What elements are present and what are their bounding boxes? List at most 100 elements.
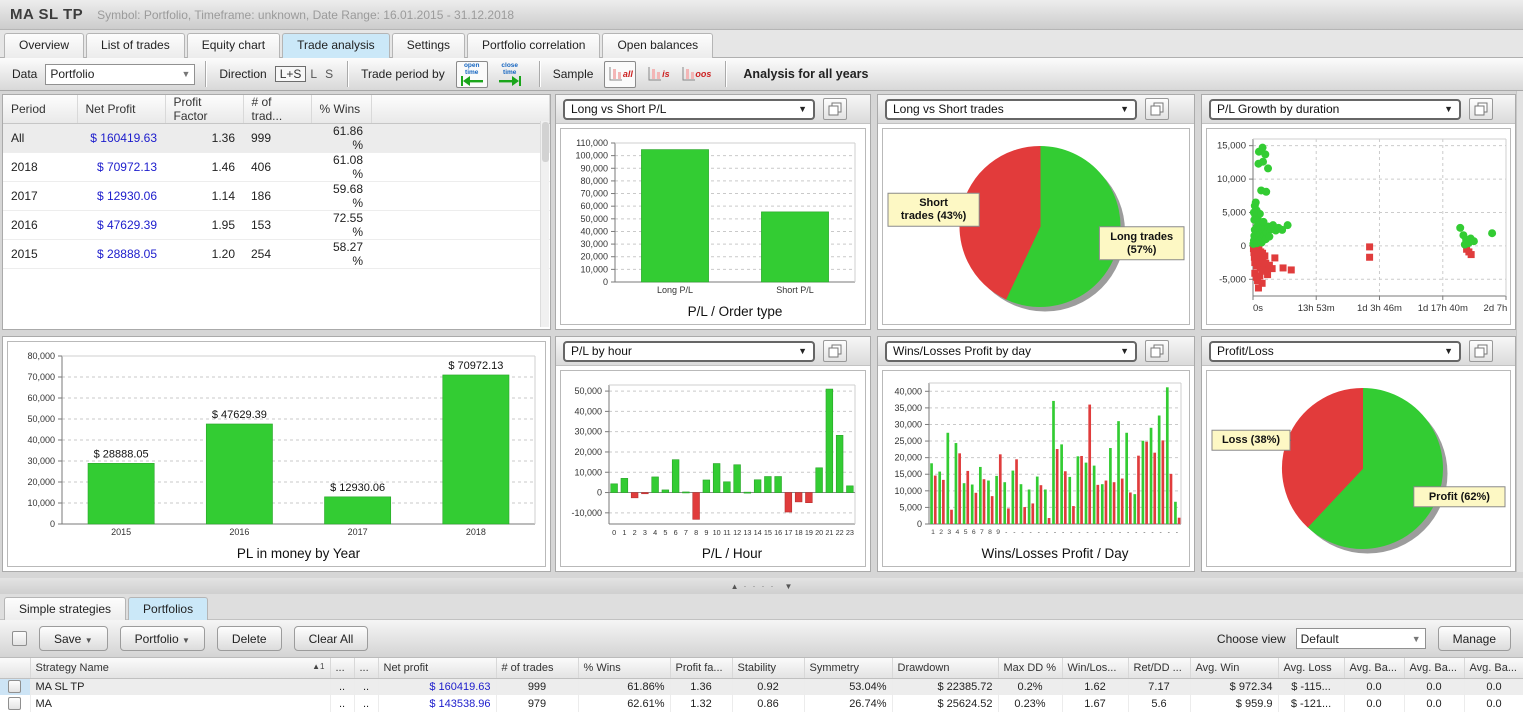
svg-text:0: 0 <box>1241 241 1246 252</box>
close-time-button[interactable]: closetime <box>494 61 526 88</box>
strategy-col-avg-ba-[interactable]: Avg. Ba... <box>1344 658 1404 678</box>
strategy-row-ma-sl-tp[interactable]: MA SL TP....$ 160419.6399961.86%1.360.92… <box>0 678 1523 695</box>
strategy-col-drawdown[interactable]: Drawdown <box>892 658 998 678</box>
scrollbar[interactable] <box>1516 91 1523 572</box>
select-all-checkbox[interactable] <box>12 631 27 646</box>
sample-all-button[interactable]: all <box>604 61 636 88</box>
strategies-table: Strategy Name▲1......Net profit# of trad… <box>0 658 1523 712</box>
strategy-col-avg-loss[interactable]: Avg. Loss <box>1278 658 1344 678</box>
sample-oos-button[interactable]: oos <box>680 61 712 88</box>
strategy-col-avg-ba-[interactable]: Avg. Ba... <box>1464 658 1523 678</box>
copy-chart-icon[interactable] <box>1469 98 1493 120</box>
strategy-col-max-dd-[interactable]: Max DD % <box>998 658 1062 678</box>
tab-settings[interactable]: Settings <box>392 33 465 58</box>
collapse-up-icon[interactable]: ▲ <box>731 582 739 591</box>
svg-text:0: 0 <box>50 519 55 529</box>
chart-select-profit-loss[interactable]: Profit/Loss ▼ <box>1209 341 1461 362</box>
strategy-col-avg-win[interactable]: Avg. Win <box>1190 658 1278 678</box>
tab-overview[interactable]: Overview <box>4 33 84 58</box>
chart-select-pl-by-hour[interactable]: P/L by hour ▼ <box>563 341 815 362</box>
period-row-all[interactable]: All$ 160419.631.3699961.86 % <box>3 124 550 153</box>
chart-long-vs-short-trades: Long trades(57%)Shorttrades (43%) <box>882 128 1190 325</box>
tab-open-balances[interactable]: Open balances <box>602 33 713 58</box>
copy-chart-icon[interactable] <box>823 98 847 120</box>
strategy-col--of-trades[interactable]: # of trades <box>496 658 578 678</box>
svg-text:8: 8 <box>988 529 992 536</box>
copy-chart-icon[interactable] <box>1145 340 1169 362</box>
sample-group: allisoos <box>601 61 715 88</box>
strategy-col--[interactable]: ... <box>330 658 354 678</box>
direction-l-s[interactable]: L+S <box>275 66 307 82</box>
period-col-0[interactable]: Period <box>3 95 77 124</box>
svg-text:40,000: 40,000 <box>580 226 608 236</box>
copy-chart-icon[interactable] <box>1469 340 1493 362</box>
chart-select-long-vs-short-pl[interactable]: Long vs Short P/L ▼ <box>563 99 815 120</box>
panel-pl-by-year: 010,00020,00030,00040,00050,00060,00070,… <box>2 336 551 572</box>
horizontal-splitter[interactable]: ▲ ···· ▼ <box>0 578 1523 594</box>
strategy-col-symmetry[interactable]: Symmetry <box>804 658 892 678</box>
period-row-2015[interactable]: 2015$ 28888.051.2025458.27 % <box>3 240 550 269</box>
svg-text:0s: 0s <box>1253 303 1263 314</box>
period-col-4[interactable]: % Wins <box>311 95 371 124</box>
period-row-2017[interactable]: 2017$ 12930.061.1418659.68 % <box>3 182 550 211</box>
arrow-left-to-bar-icon <box>460 76 484 86</box>
portfolio-button[interactable]: Portfolio ▼ <box>120 626 205 651</box>
direction-s[interactable]: S <box>321 67 337 81</box>
chart-select-pl-growth[interactable]: P/L Growth by duration ▼ <box>1209 99 1461 120</box>
period-row-2016[interactable]: 2016$ 47629.391.9515372.55 % <box>3 211 550 240</box>
panel-pl-growth-by-duration: P/L Growth by duration ▼ -5,00005,00010,… <box>1201 94 1516 330</box>
svg-text:-: - <box>1038 529 1040 536</box>
open-time-button[interactable]: opentime <box>456 61 488 88</box>
delete-button[interactable]: Delete <box>217 626 282 651</box>
svg-text:20,000: 20,000 <box>580 252 608 262</box>
tab-simple-strategies[interactable]: Simple strategies <box>4 597 126 622</box>
copy-chart-icon[interactable] <box>1145 98 1169 120</box>
svg-text:1: 1 <box>931 529 935 536</box>
copy-chart-icon[interactable] <box>823 340 847 362</box>
strategy-col-ret-dd-[interactable]: Ret/DD ... <box>1128 658 1190 678</box>
svg-text:70,000: 70,000 <box>27 372 55 382</box>
sample-is-button[interactable]: is <box>642 61 674 88</box>
period-col-3[interactable]: # of trad... <box>243 95 311 124</box>
data-select[interactable]: Portfolio ▼ <box>45 64 195 85</box>
chart-select-long-vs-short-trades[interactable]: Long vs Short trades ▼ <box>885 99 1137 120</box>
expand-down-icon[interactable]: ▼ <box>785 582 793 591</box>
tab-list-of-trades[interactable]: List of trades <box>86 33 185 58</box>
strategy-col-avg-ba-[interactable]: Avg. Ba... <box>1404 658 1464 678</box>
strategy-col-profit-fa-[interactable]: Profit fa... <box>670 658 732 678</box>
row-checkbox[interactable] <box>8 697 21 710</box>
row-checkbox[interactable] <box>8 680 21 693</box>
strategy-col--wins[interactable]: % Wins <box>578 658 670 678</box>
strategy-col-checkbox[interactable] <box>0 658 30 678</box>
strategy-col--[interactable]: ... <box>354 658 378 678</box>
scrollbar[interactable] <box>540 121 549 327</box>
strategy-col-stability[interactable]: Stability <box>732 658 804 678</box>
strategy-col-win-los-[interactable]: Win/Los... <box>1062 658 1128 678</box>
chart-wins-losses-by-day: 05,00010,00015,00020,00025,00030,00035,0… <box>882 370 1190 567</box>
period-row-2018[interactable]: 2018$ 70972.131.4640661.08 % <box>3 153 550 182</box>
strategy-row-ma[interactable]: MA....$ 143538.9697962.61%1.320.8626.74%… <box>0 695 1523 712</box>
strategies-toolbar: Save ▼ Portfolio ▼ Delete Clear All Choo… <box>0 620 1523 658</box>
direction-l[interactable]: L <box>306 67 321 81</box>
svg-text:12: 12 <box>733 528 741 537</box>
tab-portfolios[interactable]: Portfolios <box>128 597 208 622</box>
svg-text:21: 21 <box>825 528 833 537</box>
tab-portfolio-correlation[interactable]: Portfolio correlation <box>467 33 600 58</box>
chart-profit-loss: Profit (62%)Loss (38%) <box>1206 370 1511 567</box>
svg-text:7: 7 <box>980 529 984 536</box>
save-button[interactable]: Save ▼ <box>39 626 108 651</box>
svg-text:Short: Short <box>919 197 948 209</box>
chart-select-wins-losses-day[interactable]: Wins/Losses Profit by day ▼ <box>885 341 1137 362</box>
strategy-col-strategy-name[interactable]: Strategy Name▲1 <box>30 658 330 678</box>
tab-trade-analysis[interactable]: Trade analysis <box>282 33 390 58</box>
clear-all-button[interactable]: Clear All <box>294 626 369 651</box>
svg-text:-: - <box>1143 529 1145 536</box>
chart-pl-by-hour: -10,000010,00020,00030,00040,00050,00001… <box>560 370 866 567</box>
strategy-col-net-profit[interactable]: Net profit <box>378 658 496 678</box>
svg-text:-5,000: -5,000 <box>1219 274 1246 285</box>
tab-equity-chart[interactable]: Equity chart <box>187 33 280 58</box>
period-col-2[interactable]: Profit Factor <box>165 95 243 124</box>
manage-button[interactable]: Manage <box>1438 626 1511 651</box>
period-col-1[interactable]: Net Profit <box>77 95 165 124</box>
view-select[interactable]: Default ▼ <box>1296 628 1426 649</box>
